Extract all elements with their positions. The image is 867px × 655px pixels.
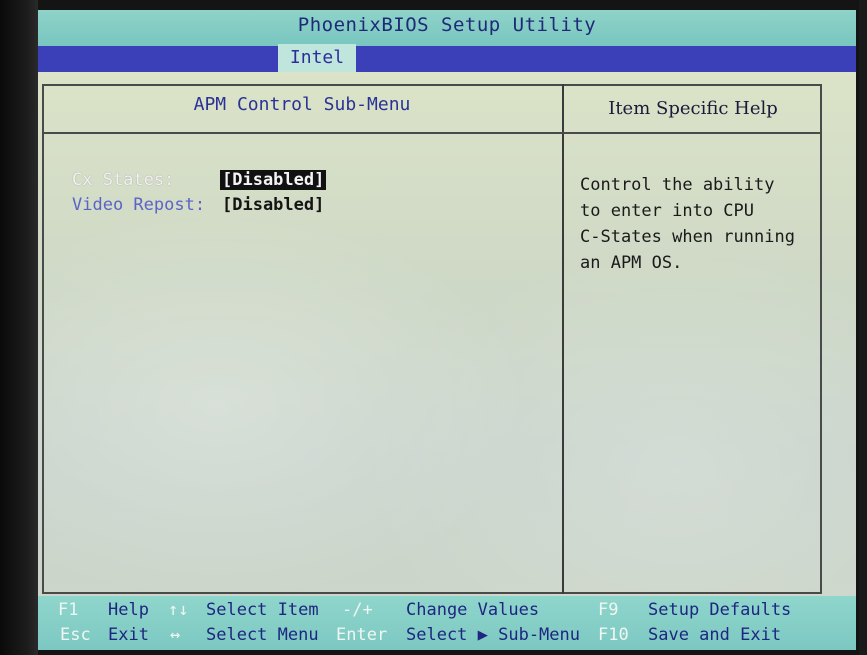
f10-desc: Save and Exit — [648, 625, 782, 645]
f9-key[interactable]: F9 — [598, 600, 618, 620]
setting-label-video-repost: Video Repost: — [72, 195, 206, 215]
leftright-desc: Select Menu — [206, 625, 319, 645]
main-frame — [42, 84, 822, 594]
f1-desc: Help — [108, 600, 149, 620]
frame-header-divider — [42, 132, 822, 134]
menu-bar — [38, 46, 856, 72]
esc-desc: Exit — [108, 625, 149, 645]
help-line: an APM OS. — [580, 253, 683, 273]
setting-value-cx-states[interactable]: [Disabled] — [220, 170, 327, 190]
f10-key[interactable]: F10 — [598, 625, 629, 645]
app-title: PhoenixBIOS Setup Utility — [297, 14, 597, 36]
help-line: to enter into CPU — [580, 201, 754, 221]
key-help-footer: F1 Help ↑↓ Select Item -/+ Change Values… — [38, 596, 856, 650]
setting-label-cx-states: Cx States: — [72, 170, 175, 190]
bios-screen: PhoenixBIOS Setup Utility Intel APM Cont… — [38, 10, 856, 650]
help-line: Control the ability — [580, 175, 775, 195]
help-panel-title: Item Specific Help — [608, 98, 778, 119]
minusplus-desc: Change Values — [406, 600, 540, 620]
f1-key[interactable]: F1 — [58, 600, 78, 620]
help-text: Control the ability to enter into CPU C-… — [580, 172, 816, 276]
title-bar: PhoenixBIOS Setup Utility — [38, 10, 856, 46]
tab-intel[interactable]: Intel — [278, 44, 356, 72]
enter-key[interactable]: Enter — [336, 625, 387, 645]
panel-title: APM Control Sub-Menu — [193, 94, 411, 115]
left-right-arrows-icon[interactable]: ↔ — [170, 625, 180, 645]
monitor-bezel-left — [0, 0, 38, 655]
updown-desc: Select Item — [206, 600, 319, 620]
up-down-arrows-icon[interactable]: ↑↓ — [168, 600, 188, 620]
minus-plus-key[interactable]: -/+ — [342, 600, 373, 620]
f9-desc: Setup Defaults — [648, 600, 792, 620]
esc-key[interactable]: Esc — [60, 625, 91, 645]
help-line: C-States when running — [580, 227, 795, 247]
setting-value-video-repost[interactable]: [Disabled] — [220, 195, 326, 215]
monitor-bezel-right — [859, 0, 867, 655]
enter-desc: Select ▶ Sub-Menu — [406, 625, 580, 645]
frame-divider — [562, 84, 564, 594]
